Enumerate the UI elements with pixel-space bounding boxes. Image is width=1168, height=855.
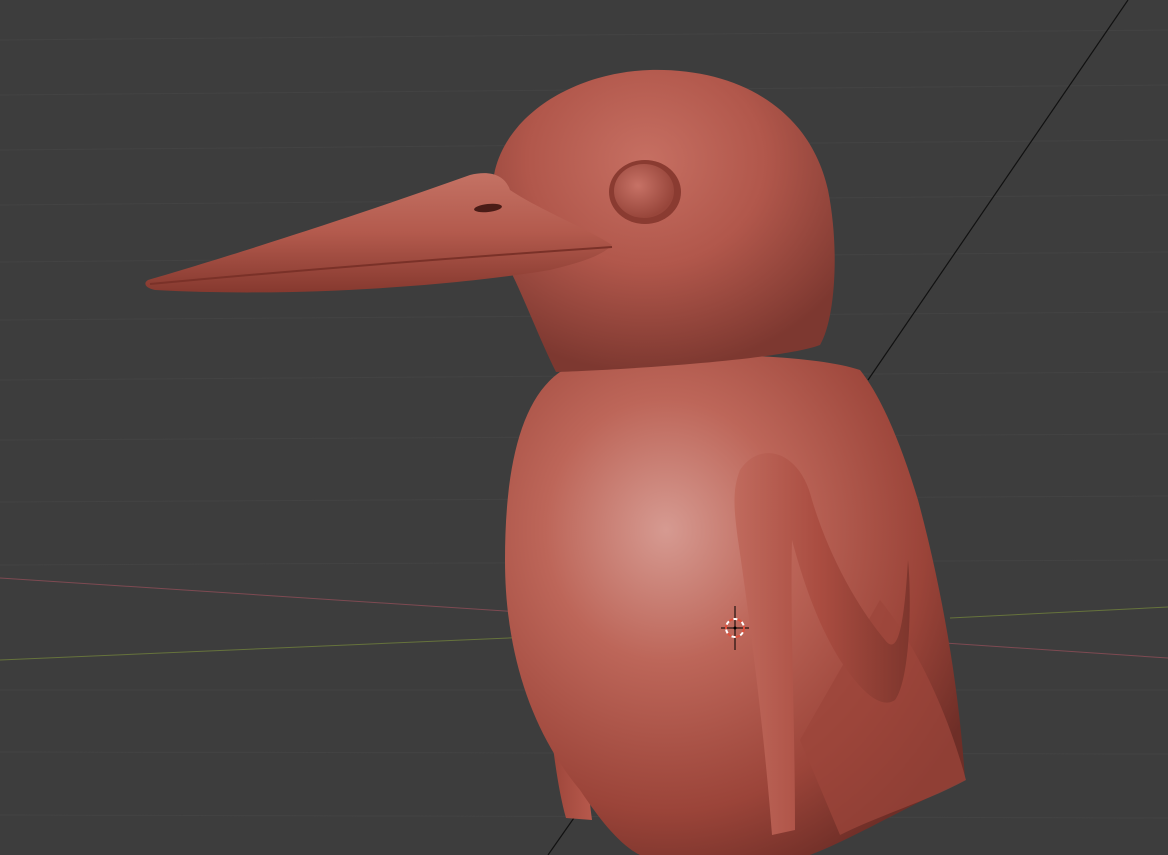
3d-viewport[interactable] [0, 0, 1168, 855]
bird-model[interactable] [145, 69, 966, 855]
x-axis-line [0, 577, 521, 613]
y-axis-line-right [949, 606, 1168, 619]
y-axis-line [0, 635, 556, 661]
viewport-canvas[interactable] [0, 0, 1168, 855]
bird-eye[interactable] [614, 164, 674, 218]
z-axis-line [867, 0, 1129, 381]
